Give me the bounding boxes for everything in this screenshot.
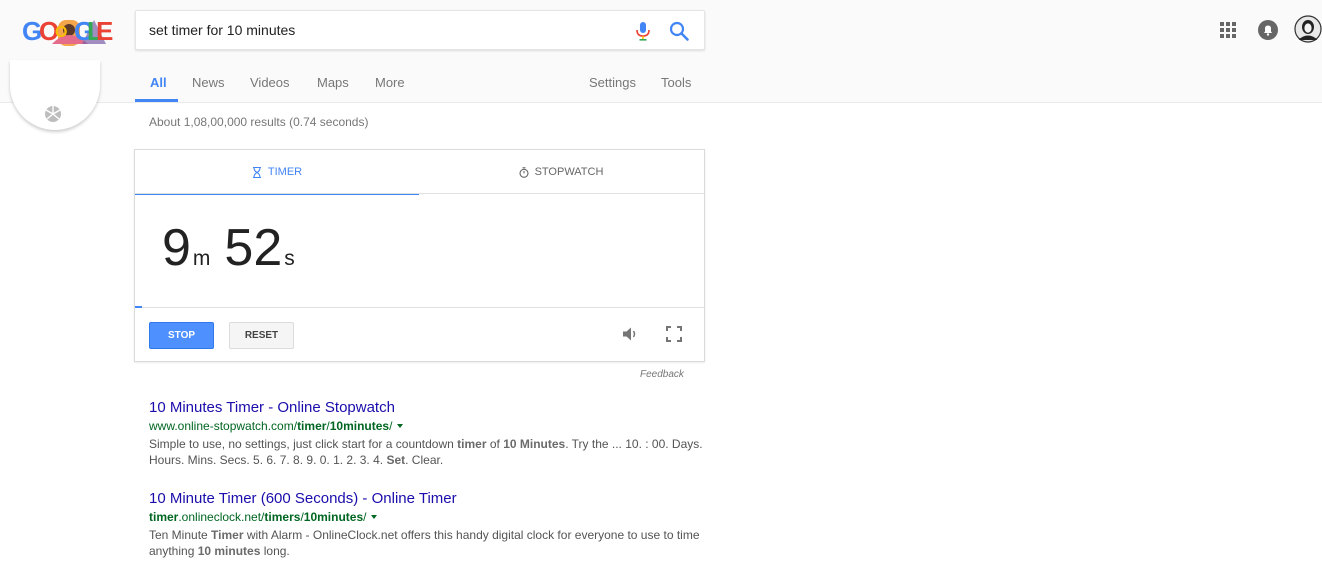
snippet-text: long. bbox=[260, 544, 290, 558]
url-part: www.online-stopwatch.com/ bbox=[149, 419, 298, 433]
search-result: 10 Minutes Timer - Online Stopwatch www.… bbox=[149, 399, 709, 468]
tab-settings[interactable]: Settings bbox=[589, 75, 636, 90]
snippet-bold: 10 minutes bbox=[197, 544, 261, 558]
snippet-text: Simple to use, no settings, just click s… bbox=[149, 437, 458, 451]
stopwatch-icon bbox=[519, 166, 529, 178]
timer-minutes: 9 bbox=[162, 219, 191, 277]
search-input[interactable] bbox=[149, 11, 619, 49]
result-menu-arrow-icon[interactable] bbox=[371, 515, 378, 519]
tab-more[interactable]: More bbox=[375, 75, 405, 90]
fullscreen-icon[interactable] bbox=[666, 326, 682, 342]
tab-maps[interactable]: Maps bbox=[317, 75, 349, 90]
logo-letter: E bbox=[96, 16, 113, 46]
url-part-bold: 10minutes bbox=[303, 510, 364, 524]
feedback-link[interactable]: Feedback bbox=[640, 369, 684, 380]
result-url: www.online-stopwatch.com/timer /10minutes… bbox=[149, 419, 709, 433]
snippet-text: . Clear. bbox=[405, 453, 444, 467]
tab-timer-label: TIMER bbox=[267, 166, 303, 178]
hourglass-icon bbox=[252, 166, 261, 178]
active-tab-indicator bbox=[135, 99, 178, 102]
result-snippet: Simple to use, no settings, just click s… bbox=[149, 436, 709, 468]
url-part-bold: timer bbox=[149, 510, 179, 524]
apps-grid-icon[interactable] bbox=[1219, 21, 1237, 39]
header: G O O G L E set timer for 10 minutes All… bbox=[0, 0, 1322, 103]
tab-timer[interactable]: TIMER bbox=[135, 150, 419, 195]
tab-tools[interactable]: Tools bbox=[661, 75, 691, 90]
snippet-bold: 10 Minutes bbox=[503, 437, 566, 451]
url-part: / bbox=[389, 419, 393, 433]
snippet-bold: timer bbox=[457, 437, 487, 451]
timer-progress-fill bbox=[135, 306, 142, 308]
share-icon[interactable] bbox=[43, 104, 63, 124]
tab-videos[interactable]: Videos bbox=[250, 75, 290, 90]
microphone-icon[interactable] bbox=[634, 21, 652, 41]
reset-button[interactable]: RESET bbox=[229, 322, 294, 349]
result-menu-arrow-icon[interactable] bbox=[397, 424, 404, 428]
result-snippet: Ten Minute Timer with Alarm - OnlineCloc… bbox=[149, 527, 709, 559]
url-part-bold: 10minutes bbox=[329, 419, 390, 433]
stop-button[interactable]: STOP bbox=[149, 322, 214, 349]
tab-all[interactable]: All bbox=[150, 75, 167, 90]
result-url: timer.onlineclock.net/timers/10minutes/ bbox=[149, 510, 709, 524]
result-stats: About 1,08,00,000 results (0.74 seconds) bbox=[149, 115, 369, 129]
snippet-text: Ten Minute bbox=[149, 528, 212, 542]
url-part-bold: timers bbox=[264, 510, 301, 524]
url-part: / bbox=[363, 510, 367, 524]
snippet-bold: Set bbox=[386, 453, 406, 467]
timer-card-tabs: TIMER STOPWATCH bbox=[135, 150, 704, 195]
timer-seconds-unit: s bbox=[284, 247, 295, 270]
timer-progress-track bbox=[135, 306, 704, 308]
tab-news[interactable]: News bbox=[192, 75, 225, 90]
user-avatar-icon bbox=[1294, 15, 1322, 43]
snippet-text: of bbox=[486, 437, 504, 451]
volume-icon[interactable] bbox=[622, 326, 640, 342]
timer-card: TIMER STOPWATCH 9m 52s STOP RESET bbox=[134, 149, 705, 362]
search-box bbox=[135, 10, 705, 50]
tab-stopwatch-label: STOPWATCH bbox=[534, 166, 604, 178]
timer-seconds: 52 bbox=[224, 219, 283, 277]
google-doodle-logo[interactable]: G O O G L E bbox=[22, 14, 113, 50]
snippet-bold: Timer bbox=[211, 528, 244, 542]
tab-stopwatch[interactable]: STOPWATCH bbox=[419, 150, 703, 194]
search-icon[interactable] bbox=[668, 20, 690, 42]
result-title-link[interactable]: 10 Minutes Timer - Online Stopwatch bbox=[149, 399, 709, 416]
notifications-bell-icon[interactable] bbox=[1257, 19, 1279, 41]
search-result: 10 Minute Timer (600 Seconds) - Online T… bbox=[149, 490, 709, 559]
url-part: .onlineclock.net/ bbox=[178, 510, 265, 524]
timer-display: 9m 52s bbox=[162, 218, 309, 278]
result-title-link[interactable]: 10 Minute Timer (600 Seconds) - Online T… bbox=[149, 490, 709, 507]
timer-minutes-unit: m bbox=[192, 247, 211, 270]
url-part-bold: timer bbox=[297, 419, 327, 433]
logo-letter: O bbox=[55, 24, 67, 41]
account-avatar[interactable] bbox=[1294, 15, 1322, 43]
